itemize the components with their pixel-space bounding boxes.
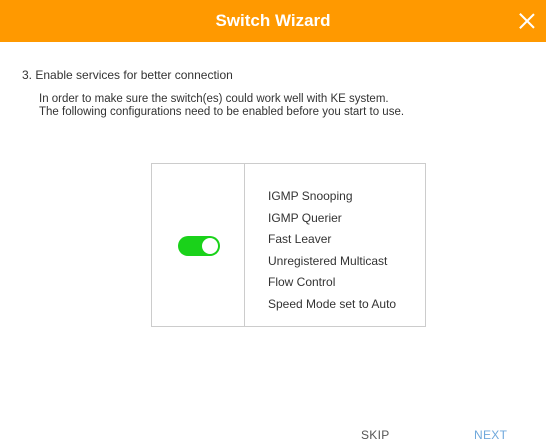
- service-item-igmp-snooping: IGMP Snooping: [268, 189, 353, 203]
- title-bar: Switch Wizard: [0, 0, 546, 42]
- dialog-title: Switch Wizard: [215, 11, 331, 30]
- enable-services-toggle[interactable]: [178, 236, 220, 256]
- skip-button[interactable]: SKIP: [361, 428, 390, 442]
- step-heading: 3. Enable services for better connection: [22, 68, 233, 82]
- service-item-fast-leaver: Fast Leaver: [268, 232, 332, 247]
- service-item-speed-mode: Speed Mode set to Auto: [268, 296, 397, 311]
- close-icon[interactable]: [518, 12, 536, 30]
- toggle-cell: [152, 164, 245, 326]
- service-item-flow-control: Flow Control: [268, 275, 336, 290]
- description-line-1: In order to make sure the switch(es) cou…: [39, 93, 389, 105]
- description: In order to make sure the switch(es) cou…: [39, 93, 404, 119]
- description-line-2: The following configurations need to be …: [39, 106, 405, 118]
- service-item-unregistered-multicast: Unregistered Multicast: [268, 253, 388, 268]
- toggle-knob: [202, 238, 218, 254]
- switch-wizard-dialog: Switch Wizard 3. Enable services for bet…: [0, 0, 546, 444]
- next-button[interactable]: NEXT: [474, 428, 507, 442]
- services-list: IGMP Snooping IGMP Querier Fast Leaver U…: [268, 186, 396, 316]
- services-config-box: IGMP Snooping IGMP Querier Fast Leaver U…: [151, 163, 426, 327]
- service-item-igmp-querier: IGMP Querier: [268, 210, 342, 225]
